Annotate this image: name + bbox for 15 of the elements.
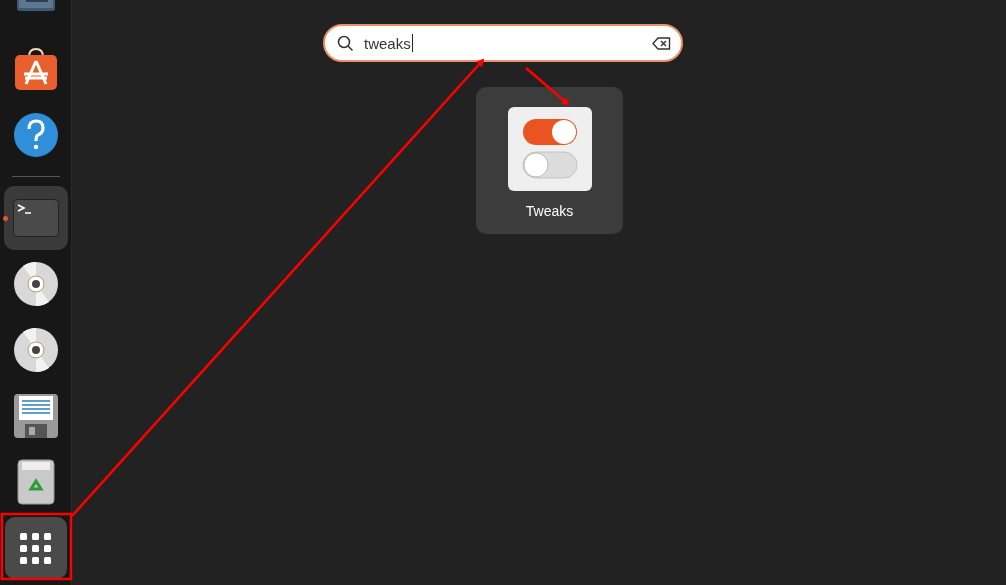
arrow bbox=[525, 67, 570, 106]
app-result[interactable]: Tweaks bbox=[476, 87, 623, 234]
show-apps-button[interactable] bbox=[4, 517, 67, 579]
search-field[interactable]: tweaks bbox=[323, 24, 683, 62]
app-grid-icon bbox=[20, 532, 51, 564]
terminal-icon[interactable] bbox=[12, 199, 59, 237]
trash-icon[interactable] bbox=[16, 459, 55, 505]
clear-icon[interactable] bbox=[652, 36, 671, 50]
search-icon bbox=[337, 34, 354, 52]
toggle-switches-icon bbox=[507, 107, 592, 191]
disc-icon[interactable] bbox=[12, 261, 59, 307]
shopping-bag-icon[interactable] bbox=[12, 47, 59, 91]
disc-icon[interactable] bbox=[12, 327, 59, 373]
search-text: tweaks bbox=[364, 34, 411, 52]
help-icon[interactable] bbox=[12, 112, 59, 158]
